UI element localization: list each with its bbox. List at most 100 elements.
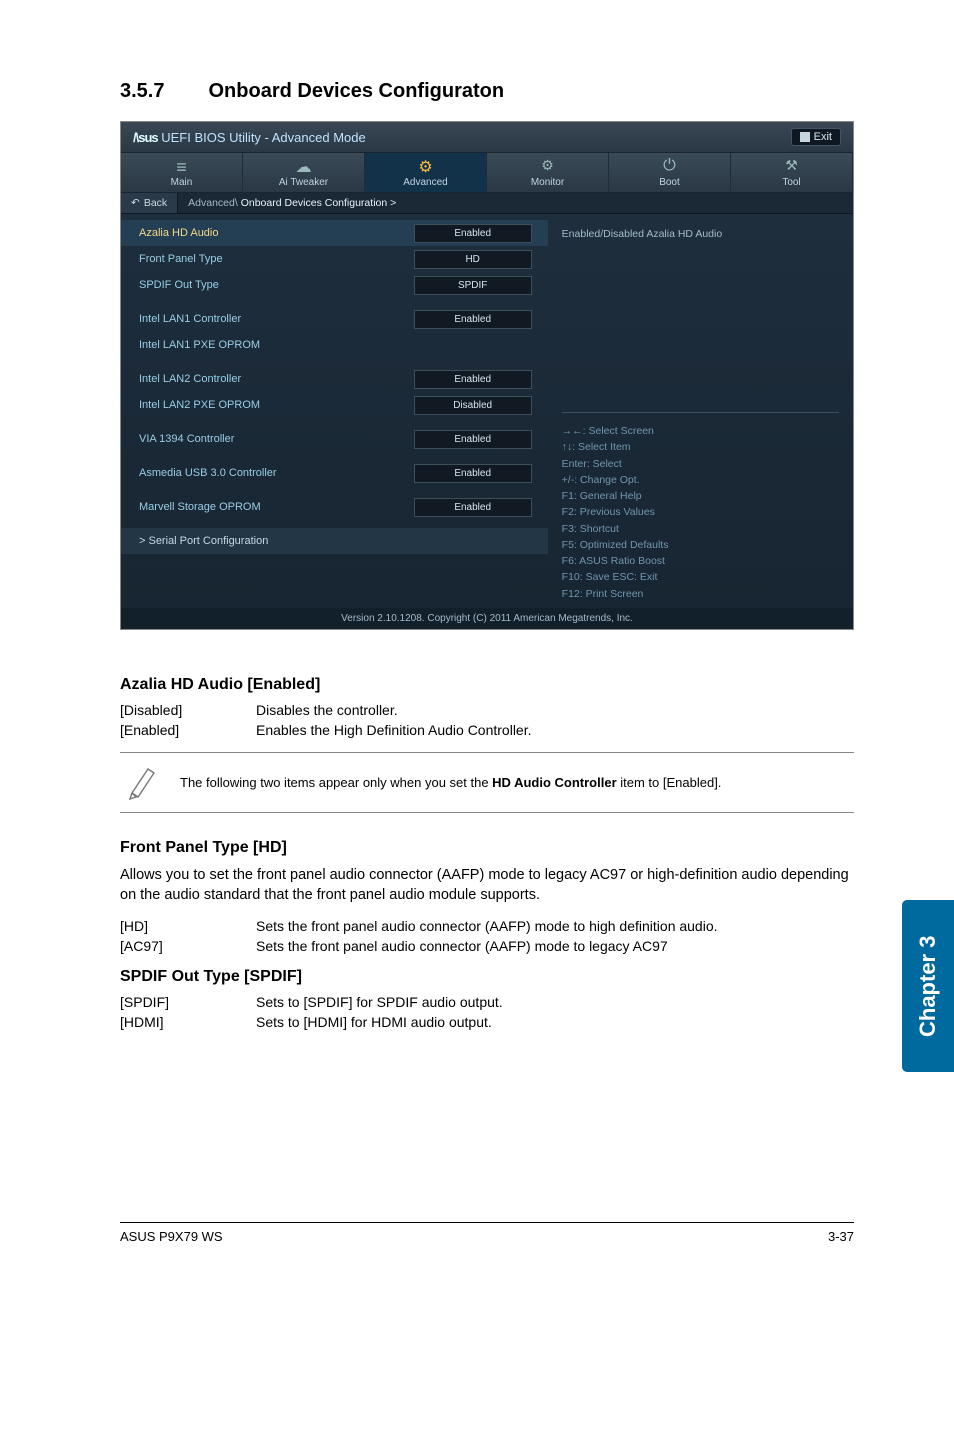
tab-tool[interactable]: Tool bbox=[731, 153, 853, 192]
list-icon bbox=[121, 157, 242, 175]
row-usb-label: Asmedia USB 3.0 Controller bbox=[139, 467, 414, 479]
front-v1: Sets the front panel audio connector (AA… bbox=[256, 938, 854, 954]
spdif-table: [SPDIF] Sets to [SPDIF] for SPDIF audio … bbox=[120, 994, 854, 1030]
row-marvell[interactable]: Marvell Storage OPROM Enabled bbox=[121, 494, 548, 520]
row-lan2pxe-label: Intel LAN2 PXE OPROM bbox=[139, 399, 414, 411]
row-azalia-value[interactable]: Enabled bbox=[414, 224, 532, 243]
note-post: item to [Enabled]. bbox=[620, 775, 721, 790]
spdif-v1: Sets to [HDMI] for HDMI audio output. bbox=[256, 1014, 854, 1030]
cloud-icon bbox=[243, 157, 364, 175]
tab-advanced-label: Advanced bbox=[403, 177, 447, 188]
key-l8: F5: Optimized Defaults bbox=[562, 537, 839, 553]
bios-help-text: Enabled/Disabled Azalia HD Audio bbox=[562, 228, 839, 408]
chip-icon bbox=[365, 157, 486, 175]
row-lan2pxe[interactable]: Intel LAN2 PXE OPROM Disabled bbox=[121, 392, 548, 418]
front-heading: Front Panel Type [HD] bbox=[120, 839, 854, 857]
chapter-side-tab: Chapter 3 bbox=[902, 900, 954, 1072]
key-l4: +/-: Change Opt. bbox=[562, 472, 839, 488]
key-l7: F3: Shortcut bbox=[562, 521, 839, 537]
key-l10: F10: Save ESC: Exit bbox=[562, 569, 839, 585]
footer-right: 3-37 bbox=[828, 1229, 854, 1244]
row-lan1pxe-label: Intel LAN1 PXE OPROM bbox=[139, 339, 414, 351]
note-pre: The following two items appear only when… bbox=[180, 775, 492, 790]
row-lan2pxe-value[interactable]: Disabled bbox=[414, 396, 532, 415]
spdif-v0: Sets to [SPDIF] for SPDIF audio output. bbox=[256, 994, 854, 1010]
row-usb-value[interactable]: Enabled bbox=[414, 464, 532, 483]
row-via-value[interactable]: Enabled bbox=[414, 430, 532, 449]
row-lan1pxe[interactable]: Intel LAN1 PXE OPROM bbox=[121, 332, 548, 358]
tab-boot[interactable]: Boot bbox=[609, 153, 731, 192]
row-marvell-label: Marvell Storage OPROM bbox=[139, 501, 414, 513]
row-spdif[interactable]: SPDIF Out Type SPDIF bbox=[121, 272, 548, 298]
row-lan2-value[interactable]: Enabled bbox=[414, 370, 532, 389]
key-l2: ↑↓: Select Item bbox=[562, 439, 839, 455]
tab-advanced[interactable]: Advanced bbox=[365, 153, 487, 192]
row-azalia-label: Azalia HD Audio bbox=[139, 227, 414, 239]
page-footer: ASUS P9X79 WS 3-37 bbox=[120, 1222, 854, 1244]
front-table: [HD] Sets the front panel audio connecto… bbox=[120, 918, 854, 954]
plug-icon bbox=[487, 157, 608, 175]
section-heading: Onboard Devices Configuraton bbox=[208, 80, 504, 103]
tab-monitor-label: Monitor bbox=[531, 177, 564, 188]
azalia-k1: [Enabled] bbox=[120, 722, 256, 738]
bios-brand: /\sus bbox=[133, 130, 158, 145]
key-l5: F1: General Help bbox=[562, 488, 839, 504]
back-button[interactable]: ↶ Back bbox=[121, 193, 178, 213]
power-icon bbox=[609, 157, 730, 175]
footer-left: ASUS P9X79 WS bbox=[120, 1229, 223, 1244]
row-serial-label: > Serial Port Configuration bbox=[139, 535, 532, 547]
tab-monitor[interactable]: Monitor bbox=[487, 153, 609, 192]
tab-tool-label: Tool bbox=[782, 177, 800, 188]
azalia-v0: Disables the controller. bbox=[256, 702, 854, 718]
key-l6: F2: Previous Values bbox=[562, 504, 839, 520]
row-via[interactable]: VIA 1394 Controller Enabled bbox=[121, 426, 548, 452]
row-front-value[interactable]: HD bbox=[414, 250, 532, 269]
key-l3: Enter: Select bbox=[562, 456, 839, 472]
row-front[interactable]: Front Panel Type HD bbox=[121, 246, 548, 272]
bios-header-title: UEFI BIOS Utility - Advanced Mode bbox=[161, 130, 365, 145]
bios-header: /\sus UEFI BIOS Utility - Advanced Mode … bbox=[121, 122, 853, 153]
row-lan2-label: Intel LAN2 Controller bbox=[139, 373, 414, 385]
front-k0: [HD] bbox=[120, 918, 256, 934]
row-spdif-value[interactable]: SPDIF bbox=[414, 276, 532, 295]
azalia-k0: [Disabled] bbox=[120, 702, 256, 718]
row-lan1-value[interactable]: Enabled bbox=[414, 310, 532, 329]
spdif-k0: [SPDIF] bbox=[120, 994, 256, 1010]
row-serial[interactable]: > Serial Port Configuration bbox=[121, 528, 548, 554]
spdif-k1: [HDMI] bbox=[120, 1014, 256, 1030]
bios-left-panel: Azalia HD Audio Enabled Front Panel Type… bbox=[121, 214, 548, 608]
tab-aitweaker-label: Ai Tweaker bbox=[279, 177, 328, 188]
note-icon bbox=[124, 761, 164, 804]
tool-icon bbox=[731, 157, 852, 175]
exit-icon bbox=[800, 132, 810, 142]
tab-aitweaker[interactable]: Ai Tweaker bbox=[243, 153, 365, 192]
section-number: 3.5.7 bbox=[120, 80, 164, 103]
spdif-heading: SPDIF Out Type [SPDIF] bbox=[120, 968, 854, 986]
front-para: Allows you to set the front panel audio … bbox=[120, 865, 854, 906]
exit-button[interactable]: Exit bbox=[791, 128, 841, 146]
note-text: The following two items appear only when… bbox=[180, 775, 721, 790]
row-lan1-label: Intel LAN1 Controller bbox=[139, 313, 414, 325]
row-azalia[interactable]: Azalia HD Audio Enabled bbox=[121, 220, 548, 246]
row-lan1[interactable]: Intel LAN1 Controller Enabled bbox=[121, 306, 548, 332]
row-lan1pxe-value bbox=[414, 342, 532, 348]
note-bold: HD Audio Controller bbox=[492, 775, 616, 790]
key-l11: F12: Print Screen bbox=[562, 586, 839, 602]
row-lan2[interactable]: Intel LAN2 Controller Enabled bbox=[121, 366, 548, 392]
tab-main[interactable]: Main bbox=[121, 153, 243, 192]
row-front-label: Front Panel Type bbox=[139, 253, 414, 265]
breadcrumb: ↶ Back Advanced\ Onboard Devices Configu… bbox=[121, 193, 853, 214]
note-box: The following two items appear only when… bbox=[120, 752, 854, 813]
section-title: 3.5.7 Onboard Devices Configuraton bbox=[120, 80, 854, 103]
tab-boot-label: Boot bbox=[659, 177, 680, 188]
row-marvell-value[interactable]: Enabled bbox=[414, 498, 532, 517]
key-l1: →←: Select Screen bbox=[562, 423, 839, 439]
back-arrow-icon: ↶ bbox=[131, 197, 140, 209]
bios-screenshot: /\sus UEFI BIOS Utility - Advanced Mode … bbox=[120, 121, 854, 630]
tab-main-label: Main bbox=[171, 177, 193, 188]
bios-key-hints: →←: Select Screen ↑↓: Select Item Enter:… bbox=[562, 412, 839, 602]
exit-label: Exit bbox=[814, 131, 832, 143]
row-via-label: VIA 1394 Controller bbox=[139, 433, 414, 445]
bios-foot: Version 2.10.1208. Copyright (C) 2011 Am… bbox=[121, 608, 853, 629]
row-usb[interactable]: Asmedia USB 3.0 Controller Enabled bbox=[121, 460, 548, 486]
